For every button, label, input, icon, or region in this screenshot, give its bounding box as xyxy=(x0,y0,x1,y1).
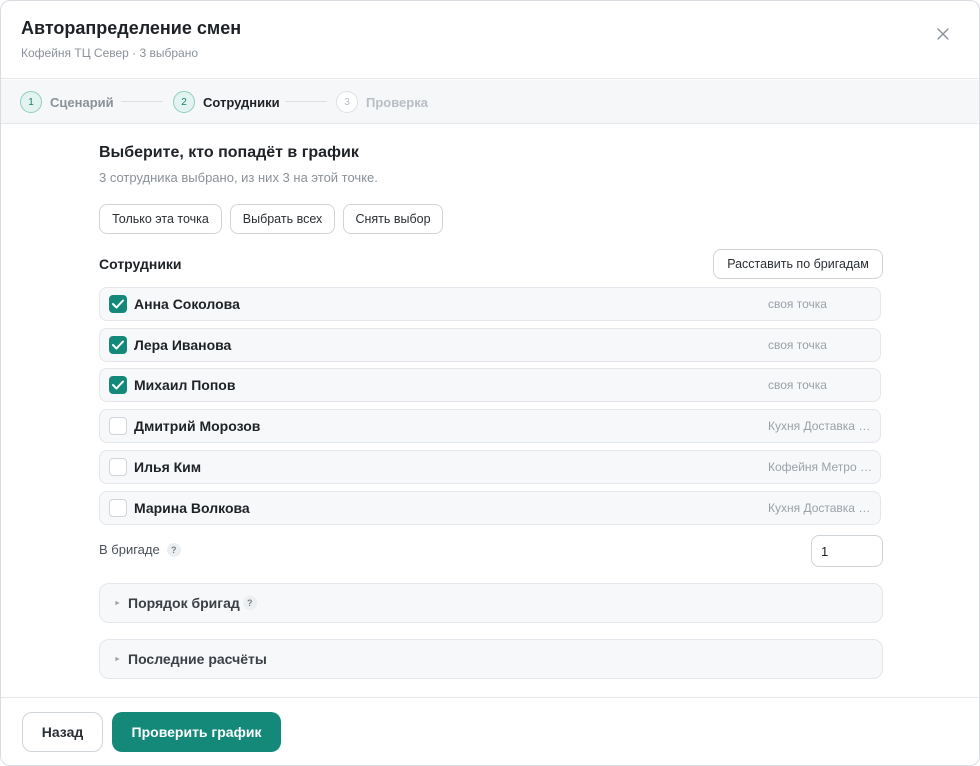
employee-row[interactable]: Марина Волкова Кухня Доставка Центр xyxy=(99,491,881,525)
checkbox-checked[interactable] xyxy=(109,295,127,313)
caret-right-icon: ► xyxy=(114,600,121,607)
check-schedule-button[interactable]: Проверить график xyxy=(112,712,281,752)
checkbox-unchecked[interactable] xyxy=(109,417,127,435)
employee-name: Анна Соколова xyxy=(134,296,240,312)
only-this-point-button[interactable]: Только эта точка xyxy=(99,204,222,234)
employee-name: Илья Ким xyxy=(134,459,202,475)
step-scenario[interactable]: 1 Сценарий xyxy=(20,91,114,113)
arrange-brigades-button[interactable]: Расставить по бригадам xyxy=(713,249,883,279)
step-number: 2 xyxy=(173,91,195,113)
employee-row[interactable]: Анна Соколова своя точка xyxy=(99,287,881,321)
employee-location: своя точка xyxy=(768,297,827,311)
employee-name: Марина Волкова xyxy=(134,500,250,516)
section-title: Выберите, кто попадёт в график xyxy=(99,144,359,161)
brigade-order-accordion[interactable]: ► Порядок бригад ? xyxy=(99,583,883,623)
step-employees[interactable]: 2 Сотрудники xyxy=(173,91,280,113)
employee-row[interactable]: Дмитрий Морозов Кухня Доставка Центр xyxy=(99,409,881,443)
checkbox-checked[interactable] xyxy=(109,336,127,354)
employee-name: Михаил Попов xyxy=(134,377,236,393)
checkbox-checked[interactable] xyxy=(109,376,127,394)
dialog-header: Авторапределение смен Кофейня ТЦ Север ·… xyxy=(1,1,979,79)
accordion-title-text: Порядок бригад xyxy=(128,595,240,611)
close-icon[interactable] xyxy=(934,25,952,43)
back-button[interactable]: Назад xyxy=(22,712,103,752)
employee-name: Лера Иванова xyxy=(134,337,232,353)
step-label: Сотрудники xyxy=(203,94,280,110)
employee-location: Кофейня Метро Юг xyxy=(768,460,872,474)
employee-row[interactable]: Лера Иванова своя точка xyxy=(99,328,881,362)
employee-location: Кухня Доставка Центр xyxy=(768,419,872,433)
select-all-button[interactable]: Выбрать всех xyxy=(230,204,335,234)
checkbox-unchecked[interactable] xyxy=(109,458,127,476)
step-label: Проверка xyxy=(366,94,428,110)
step-number: 1 xyxy=(20,91,42,113)
help-icon[interactable]: ? xyxy=(166,542,181,557)
accordion-title: Порядок бригад ? xyxy=(128,595,257,611)
employee-location: своя точка xyxy=(768,378,827,392)
dialog-subtitle: Кофейня ТЦ Север · 3 выбрано xyxy=(21,46,199,60)
employee-row[interactable]: Илья Ким Кофейня Метро Юг xyxy=(99,450,881,484)
stepper: 1 Сценарий 2 Сотрудники 3 Проверка xyxy=(1,80,979,124)
auto-schedule-dialog: Авторапределение смен Кофейня ТЦ Север ·… xyxy=(0,0,980,766)
dialog-title: Авторапределение смен xyxy=(21,18,242,38)
section-subtitle: 3 сотрудника выбрано, из них 3 на этой т… xyxy=(99,170,378,185)
employee-row[interactable]: Михаил Попов своя точка xyxy=(99,368,881,402)
accordion-title: Последние расчёты xyxy=(128,651,267,667)
step-connector xyxy=(285,101,327,102)
employee-location: своя точка xyxy=(768,338,827,352)
employee-location: Кухня Доставка Центр xyxy=(768,501,872,515)
checkbox-unchecked[interactable] xyxy=(109,499,127,517)
brigade-size-input[interactable] xyxy=(811,535,883,567)
employee-name: Дмитрий Морозов xyxy=(134,418,261,434)
step-number: 3 xyxy=(336,91,358,113)
accordion-title-text: Последние расчёты xyxy=(128,651,267,667)
recent-calculations-accordion[interactable]: ► Последние расчёты xyxy=(99,639,883,679)
employees-label: Сотрудники xyxy=(99,256,182,272)
help-icon[interactable]: ? xyxy=(242,596,257,610)
deselect-button[interactable]: Снять выбор xyxy=(343,204,443,234)
step-review[interactable]: 3 Проверка xyxy=(336,91,428,113)
caret-right-icon: ► xyxy=(114,656,121,663)
step-label: Сценарий xyxy=(50,94,114,110)
brigade-label-text: В бригаде xyxy=(99,542,160,557)
step-connector xyxy=(121,101,163,102)
brigade-size-label: В бригаде ? xyxy=(99,542,181,557)
